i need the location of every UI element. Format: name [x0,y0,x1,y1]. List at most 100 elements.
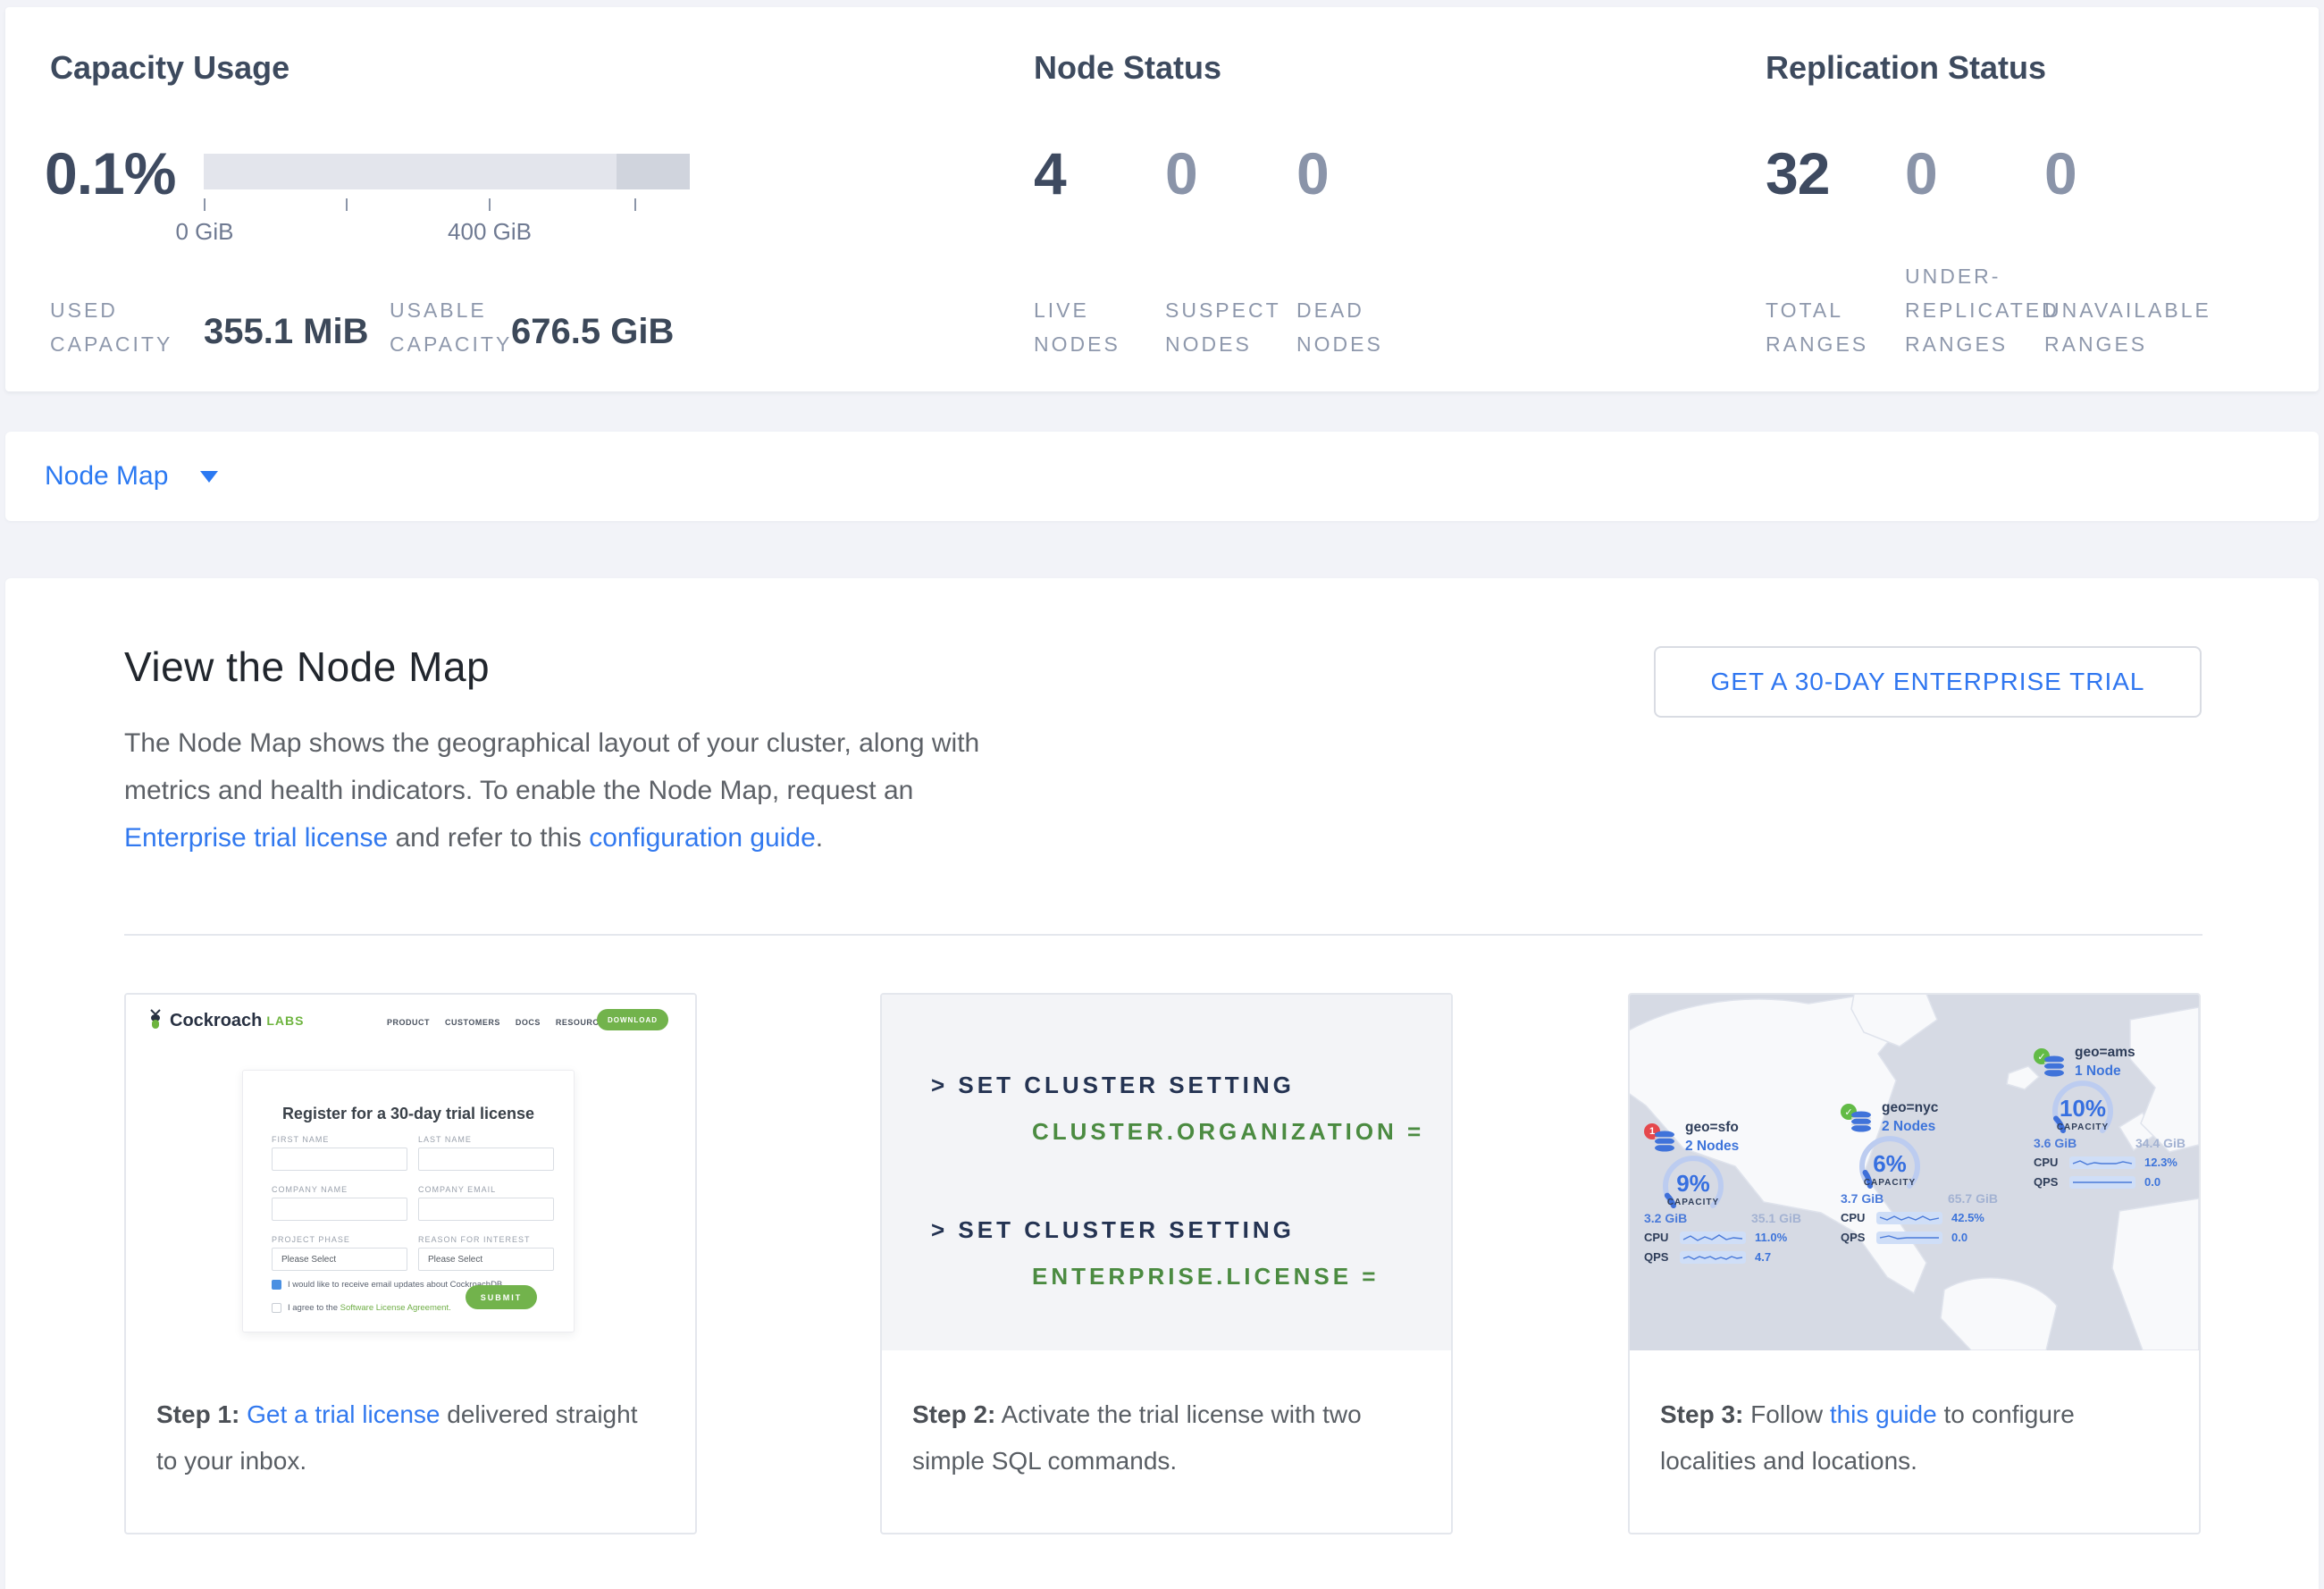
this-guide-link[interactable]: this guide [1830,1400,1937,1428]
qps-sparkline [1876,1232,1942,1244]
axis-label-400: 400 GiB [448,218,532,246]
svg-text:CAPACITY: CAPACITY [1667,1198,1719,1207]
locality-name: geo=ams [2075,1045,2135,1061]
capacity-total: 35.1 GiB [1751,1211,1801,1225]
dead-nodes-label: DEAD NODES [1296,293,1383,361]
cpu-sparkline [2069,1156,2135,1169]
cpu-row: CPU 11.0% [1644,1231,1787,1244]
step-3-caption: Step 3: Follow this guide to configure l… [1630,1350,2199,1484]
qps-row: QPS 4.7 [1644,1250,1771,1264]
enterprise-trial-button[interactable]: GET A 30-DAY ENTERPRISE TRIAL [1654,646,2202,718]
capacity-used: 3.7 GiB [1841,1191,1884,1206]
capacity-gauge: 9% CAPACITY [1644,1154,1742,1209]
capacity-bar-track [204,154,690,189]
capacity-bar-usable-segment [204,154,617,189]
under-replicated-label: UNDER- REPLICATED RANGES [1905,259,2060,361]
used-capacity-value: 355.1 MiB [204,312,369,352]
live-nodes-value: 4 [1034,139,1066,207]
node-map-panel: View the Node Map GET A 30-DAY ENTERPRIS… [5,578,2319,1589]
node-count: 2 Nodes [1685,1139,1739,1155]
company-email-field [418,1198,554,1221]
nav-docs: DOCS [516,1018,541,1027]
qps-sparkline [1680,1251,1746,1264]
axis-tick [634,198,636,211]
cpu-row: CPU 42.5% [1841,1211,1984,1224]
reason-label: REASON FOR INTEREST [418,1235,531,1244]
svg-text:10%: 10% [2060,1095,2106,1122]
company-name-field [272,1198,407,1221]
svg-text:CAPACITY: CAPACITY [2057,1122,2109,1132]
last-name-field [418,1148,554,1171]
svg-text:CAPACITY: CAPACITY [1864,1178,1916,1188]
database-icon [2043,1055,2066,1077]
capacity-used: 3.6 GiB [2034,1136,2076,1150]
node-status-title: Node Status [1034,49,1221,87]
node-map-section-toggle[interactable]: Node Map [5,432,2319,521]
unavailable-ranges-label: UNAVAILABLE RANGES [2044,293,2211,361]
capacity-usage-title: Capacity Usage [50,49,289,87]
suspect-nodes-value: 0 [1165,139,1197,207]
download-button: DOWNLOAD [597,1009,668,1030]
node-map-thumbnail: 1 geo=sfo 2 Nodes 9% CAPACITY 3.2 GiB 35… [1630,995,2199,1350]
axis-label-zero: 0 GiB [175,218,233,246]
database-icon [1653,1131,1676,1152]
qps-row: QPS 0.0 [1841,1231,1967,1244]
form-title: Register for a 30-day trial license [243,1105,574,1123]
node-count: 1 Node [2075,1064,2121,1080]
capacity-used: 3.2 GiB [1644,1211,1687,1225]
capacity-bar-other-segment [617,154,690,189]
first-name-label: FIRST NAME [272,1135,329,1144]
project-phase-select: Please Select [272,1248,407,1271]
axis-tick [346,198,348,211]
node-map-description: The Node Map shows the geographical layo… [124,719,989,862]
trial-license-form: Register for a 30-day trial license FIRS… [242,1070,575,1333]
node-map-toggle-label: Node Map [45,461,168,492]
cpu-row: CPU 12.3% [2034,1156,2177,1169]
project-phase-label: PROJECT PHASE [272,1235,350,1244]
software-license-link: Software License Agreement. [340,1303,451,1313]
page-title: View the Node Map [124,643,490,691]
usable-capacity-label: USABLE CAPACITY [390,293,512,361]
unavailable-ranges-value: 0 [2044,139,2076,207]
trial-signup-thumbnail: Cockroach LABS PRODUCT CUSTOMERS DOCS RE… [126,995,695,1350]
svg-text:6%: 6% [1873,1150,1907,1177]
cockroach-labs-logo: Cockroach LABS [147,1009,305,1032]
first-name-field [272,1148,407,1171]
locality-name: geo=nyc [1882,1100,1938,1116]
axis-tick [489,198,491,211]
submit-button: SUBMIT [466,1285,537,1309]
capacity-gauge: 10% CAPACITY [2034,1079,2132,1134]
checkbox-empty-icon [272,1303,281,1313]
checkbox-checked-icon [272,1280,281,1290]
usable-capacity-value: 676.5 GiB [511,312,674,352]
capacity-total: 65.7 GiB [1948,1191,1998,1206]
cockroach-bug-icon [147,1009,164,1032]
company-email-label: COMPANY EMAIL [418,1185,496,1194]
reason-select: Please Select [418,1248,554,1271]
sql-commands-thumbnail: > SET CLUSTER SETTING CLUSTER.ORGANIZATI… [882,995,1451,1350]
company-name-label: COMPANY NAME [272,1185,348,1194]
capacity-usage-bar: 0 GiB 400 GiB [204,154,690,189]
svg-text:9%: 9% [1676,1170,1710,1197]
get-trial-license-link[interactable]: Get a trial license [247,1400,440,1428]
cpu-sparkline [1876,1212,1942,1224]
total-ranges-label: TOTAL RANGES [1766,293,1868,361]
last-name-label: LAST NAME [418,1135,472,1144]
enterprise-trial-license-link[interactable]: Enterprise trial license [124,823,388,853]
node-count: 2 Nodes [1882,1119,1935,1135]
qps-row: QPS 0.0 [2034,1175,2160,1189]
cpu-sparkline [1680,1232,1746,1244]
used-capacity-label: USED CAPACITY [50,293,172,361]
axis-tick [204,198,206,211]
sql-setting-license: ENTERPRISE.LICENSE = [1032,1263,1379,1291]
step-1-caption: Step 1: Get a trial license delivered st… [126,1350,695,1484]
nav-customers: CUSTOMERS [445,1018,500,1027]
capacity-total: 34.4 GiB [2135,1136,2186,1150]
replication-status-title: Replication Status [1766,49,2046,87]
step-3-card: 1 geo=sfo 2 Nodes 9% CAPACITY 3.2 GiB 35… [1628,993,2201,1534]
cluster-summary-bar: Capacity Usage 0.1% 0 GiB 400 GiB USED C… [5,7,2319,391]
capacity-gauge: 6% CAPACITY [1841,1134,1939,1190]
locality-name: geo=sfo [1685,1120,1739,1136]
live-nodes-label: LIVE NODES [1034,293,1120,361]
configuration-guide-link[interactable]: configuration guide [589,823,816,853]
